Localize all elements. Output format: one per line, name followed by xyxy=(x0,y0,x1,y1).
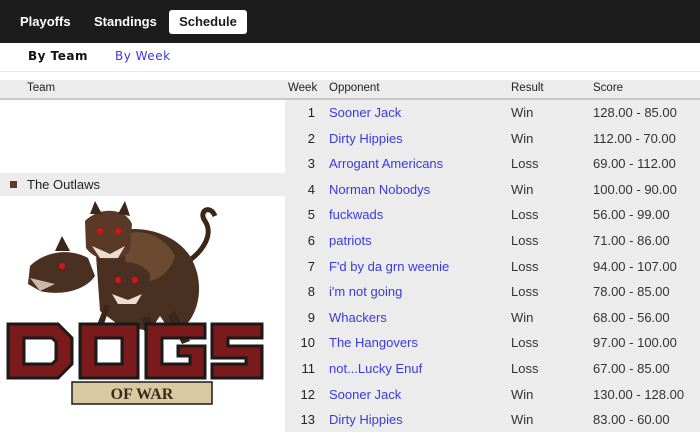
team-name: The Outlaws xyxy=(27,177,100,192)
subtab-by-team[interactable]: By Team xyxy=(28,49,88,63)
week-cell: 13 xyxy=(300,412,315,428)
schedule-subnav: By Team By Week xyxy=(0,43,700,72)
table-row: 2 Dirty Hippies Win 112.00 - 70.00 xyxy=(285,126,700,152)
subtab-by-week[interactable]: By Week xyxy=(115,49,171,63)
table-row: 5 fuckwads Loss 56.00 - 99.00 xyxy=(285,202,700,228)
result-cell: Loss xyxy=(511,156,539,172)
opponent-link[interactable]: Sooner Jack xyxy=(329,105,401,120)
week-cell: 6 xyxy=(307,233,315,248)
week-cell: 4 xyxy=(307,181,315,197)
score-cell: 97.00 - 100.00 xyxy=(593,335,677,351)
score-cell: 128.00 - 85.00 xyxy=(593,105,677,120)
opponent-link[interactable]: F'd by da grn weenie xyxy=(329,259,449,274)
team-bullet-icon xyxy=(10,181,17,188)
opponent-link[interactable]: The Hangovers xyxy=(329,335,418,350)
table-row: 3 Arrogant Americans Loss 69.00 - 112.00 xyxy=(285,151,700,177)
opponent-link[interactable]: not...Lucky Enuf xyxy=(329,361,422,376)
week-cell: 11 xyxy=(301,361,316,376)
opponent-link[interactable]: Sooner Jack xyxy=(329,387,401,402)
score-cell: 100.00 - 90.00 xyxy=(593,181,677,197)
team-row[interactable]: The Outlaws xyxy=(0,173,285,196)
score-cell: 78.00 - 85.00 xyxy=(593,284,670,300)
result-cell: Loss xyxy=(511,258,539,274)
table-row: 12 Sooner Jack Win 130.00 - 128.00 xyxy=(285,382,700,408)
week-cell: 10 xyxy=(300,335,315,351)
result-cell: Win xyxy=(511,181,534,197)
opponent-link[interactable]: fuckwads xyxy=(329,207,383,222)
top-nav-bar: Playoffs Standings Schedule xyxy=(0,0,700,43)
table-row: 10 The Hangovers Loss 97.00 - 100.00 xyxy=(285,330,700,356)
column-header-opponent: Opponent xyxy=(329,82,380,94)
table-row: 4 Norman Nobodys Win 100.00 - 90.00 xyxy=(285,177,700,203)
table-row: 11 not...Lucky Enuf Loss 67.00 - 85.00 xyxy=(285,356,700,382)
table-row: 7 F'd by da grn weenie Loss 94.00 - 107.… xyxy=(285,254,700,280)
table-row: 9 Whackers Win 68.00 - 56.00 xyxy=(285,305,700,331)
column-header-team: Team xyxy=(27,82,56,94)
result-cell: Loss xyxy=(511,233,539,248)
week-cell: 2 xyxy=(307,130,315,146)
result-cell: Loss xyxy=(511,284,539,300)
tab-schedule[interactable]: Schedule xyxy=(169,10,247,34)
score-cell: 112.00 - 70.00 xyxy=(593,130,676,146)
score-cell: 83.00 - 60.00 xyxy=(593,412,670,428)
column-header-week: Week xyxy=(288,82,318,94)
opponent-link[interactable]: Dirty Hippies xyxy=(329,412,403,427)
column-header-row: Team Week Opponent Result Score xyxy=(0,80,700,100)
score-cell: 56.00 - 99.00 xyxy=(593,207,670,223)
week-cell: 9 xyxy=(307,309,315,325)
result-cell: Win xyxy=(511,130,534,146)
score-cell: 71.00 - 86.00 xyxy=(593,233,670,248)
result-cell: Win xyxy=(511,412,534,428)
tab-playoffs[interactable]: Playoffs xyxy=(20,10,71,34)
week-cell: 5 xyxy=(307,207,315,223)
svg-text:OF WAR: OF WAR xyxy=(111,386,174,403)
score-cell: 68.00 - 56.00 xyxy=(593,309,670,325)
table-row: 6 patriots Loss 71.00 - 86.00 xyxy=(285,228,700,254)
week-cell: 3 xyxy=(307,156,315,172)
column-header-result: Result xyxy=(511,82,544,94)
result-cell: Win xyxy=(511,105,534,120)
result-cell: Win xyxy=(511,386,534,402)
opponent-link[interactable]: Dirty Hippies xyxy=(329,131,403,146)
score-cell: 67.00 - 85.00 xyxy=(593,361,670,376)
result-cell: Loss xyxy=(511,207,539,223)
score-cell: 94.00 - 107.00 xyxy=(593,258,677,274)
opponent-link[interactable]: Whackers xyxy=(329,310,387,325)
table-row: 13 Dirty Hippies Win 83.00 - 60.00 xyxy=(285,407,700,433)
team-panel-spacer xyxy=(0,100,285,173)
tab-standings[interactable]: Standings xyxy=(94,10,157,34)
score-cell: 69.00 - 112.00 xyxy=(593,156,676,172)
column-header-score: Score xyxy=(593,82,624,94)
table-row: 1 Sooner Jack Win 128.00 - 85.00 xyxy=(285,100,700,126)
team-logo-dogs-of-war: OF WAR xyxy=(6,201,264,405)
opponent-link[interactable]: Arrogant Americans xyxy=(329,156,443,171)
week-cell: 7 xyxy=(307,258,315,274)
opponent-link[interactable]: patriots xyxy=(329,233,372,248)
week-cell: 12 xyxy=(300,386,315,402)
table-row: 8 i'm not going Loss 78.00 - 85.00 xyxy=(285,279,700,305)
opponent-link[interactable]: Norman Nobodys xyxy=(329,182,430,197)
week-cell: 8 xyxy=(307,284,315,300)
score-cell: 130.00 - 128.00 xyxy=(593,386,685,402)
opponent-link[interactable]: i'm not going xyxy=(329,284,402,299)
result-cell: Loss xyxy=(511,361,539,376)
result-cell: Win xyxy=(511,309,534,325)
result-cell: Loss xyxy=(511,335,539,351)
week-cell: 1 xyxy=(307,105,315,120)
schedule-table: 1 Sooner Jack Win 128.00 - 85.00 2 Dirty… xyxy=(285,100,700,432)
